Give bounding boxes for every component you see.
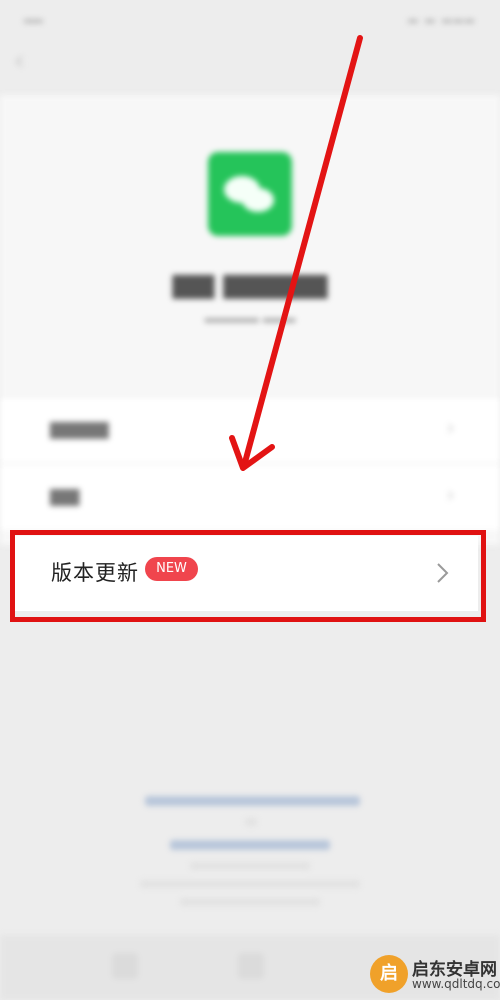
watermark-logo: 启 — [370, 955, 408, 993]
annotation-arrow — [229, 35, 363, 471]
watermark-url: www.qdltdq.com — [412, 977, 500, 991]
watermark: 启 启东安卓网 www.qdltdq.com — [370, 953, 500, 997]
